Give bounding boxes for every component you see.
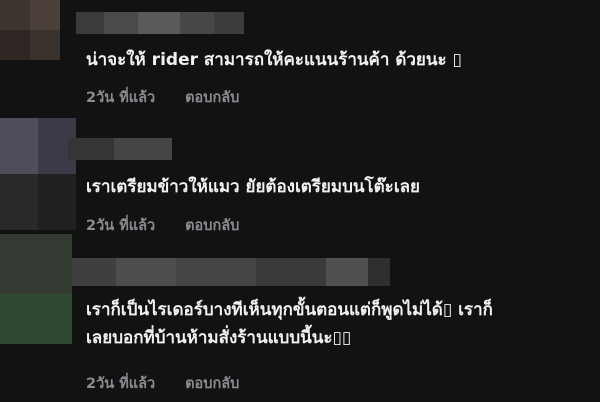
comment-list: น่าจะให้ rider สามารถให้คะแนนร้านค้า ด้ว… <box>0 0 600 402</box>
reply-button[interactable]: ตอบกลับ <box>185 86 239 109</box>
comment-timestamp: 2วัน ที่แล้ว <box>86 376 156 392</box>
comment-item: เราก็เป็นไรเดอร์บางทีเห็นทุกขั้นตอนแต่ก็… <box>0 234 600 402</box>
comment-meta: 2วัน ที่แล้ว ตอบกลับ <box>86 372 239 395</box>
username-blurred[interactable] <box>76 12 244 34</box>
avatar[interactable] <box>0 234 72 344</box>
comment-meta: 2วัน ที่แล้ว ตอบกลับ <box>86 86 239 109</box>
comment-timestamp: 2วัน ที่แล้ว <box>86 90 156 106</box>
reply-button[interactable]: ตอบกลับ <box>185 372 239 395</box>
username-blurred[interactable] <box>68 138 172 160</box>
comment-text: เราก็เป็นไรเดอร์บางทีเห็นทุกขั้นตอนแต่ก็… <box>86 300 493 348</box>
comment-item: น่าจะให้ rider สามารถให้คะแนนร้านค้า ด้ว… <box>0 0 600 118</box>
comment-text: น่าจะให้ rider สามารถให้คะแนนร้านค้า ด้ว… <box>86 50 462 70</box>
avatar[interactable] <box>0 0 60 60</box>
username-blurred[interactable] <box>72 258 390 286</box>
comment-text: เราเตรียมข้าวให้แมว ยัยต้องเตรียมบนโต๊ะเ… <box>86 177 421 197</box>
avatar[interactable] <box>0 118 76 230</box>
